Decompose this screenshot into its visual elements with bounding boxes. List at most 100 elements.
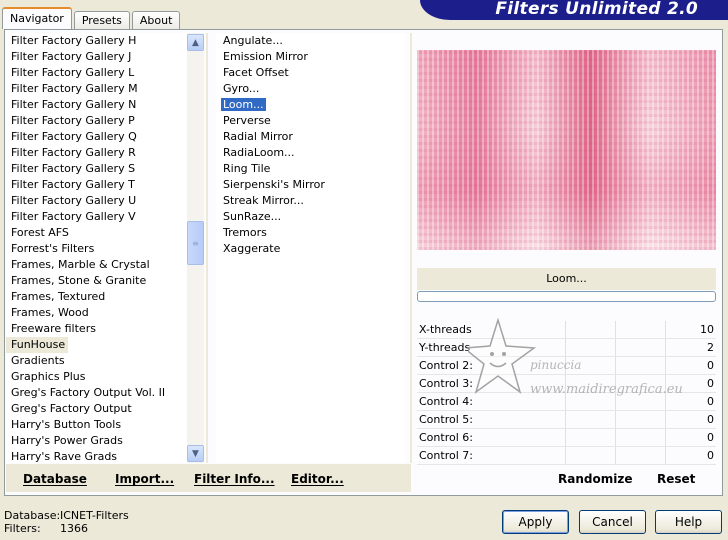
filter-item-label: Streak Mirror... — [223, 194, 304, 207]
category-item[interactable]: Filter Factory Gallery V — [6, 209, 204, 225]
filter-item-label: Gyro... — [223, 82, 260, 95]
progress-bar — [417, 291, 716, 302]
category-item-label: Freeware filters — [11, 322, 96, 335]
filters-count: 1366 — [60, 522, 88, 535]
category-item[interactable]: FunHouse — [6, 337, 204, 353]
category-item[interactable]: Filter Factory Gallery Q — [6, 129, 204, 145]
filter-item[interactable]: Facet Offset — [216, 65, 406, 81]
scroll-thumb[interactable]: ≡ — [187, 221, 204, 265]
category-item[interactable]: Filter Factory Gallery N — [6, 97, 204, 113]
category-item[interactable]: Frames, Marble & Crystal — [6, 257, 204, 273]
param-row[interactable]: Control 3: 0 — [417, 375, 716, 393]
category-item[interactable]: Filter Factory Gallery H — [6, 33, 204, 49]
scroll-down-icon[interactable]: ▼ — [187, 445, 204, 462]
category-item-label: Filter Factory Gallery N — [11, 98, 137, 111]
tab-presets[interactable]: Presets — [73, 11, 130, 29]
param-label: Control 3: — [419, 377, 473, 390]
category-item-label: Filter Factory Gallery V — [11, 210, 136, 223]
category-item[interactable]: Forest AFS — [6, 225, 204, 241]
filter-item[interactable]: Tremors — [216, 225, 406, 241]
category-item[interactable]: Frames, Textured — [6, 289, 204, 305]
category-item-label: Harry's Button Tools — [11, 418, 122, 431]
category-item-label: Graphics Plus — [11, 370, 86, 383]
database-value: ICNET-Filters — [60, 509, 129, 522]
category-item[interactable]: Frames, Stone & Granite — [6, 273, 204, 289]
param-row[interactable]: X-threads 10 — [417, 321, 716, 339]
category-item-label: Filter Factory Gallery R — [11, 146, 136, 159]
filter-item[interactable]: Ring Tile — [216, 161, 406, 177]
category-item[interactable]: Filter Factory Gallery J — [6, 49, 204, 65]
category-item-label: Filter Factory Gallery Q — [11, 130, 137, 143]
category-item[interactable]: Gradients — [6, 353, 204, 369]
filter-item[interactable]: Perverse — [216, 113, 406, 129]
reset-button[interactable]: Reset — [657, 472, 695, 486]
category-item[interactable]: Harry's Power Grads — [6, 433, 204, 449]
category-item-label: Filter Factory Gallery S — [11, 162, 136, 175]
category-item[interactable]: Graphics Plus — [6, 369, 204, 385]
apply-button[interactable]: Apply — [502, 510, 569, 534]
category-item-label: Filter Factory Gallery T — [11, 178, 135, 191]
filter-item[interactable]: Xaggerate — [216, 241, 406, 257]
filter-item[interactable]: Emission Mirror — [216, 49, 406, 65]
param-row[interactable]: Control 7: 0 — [417, 447, 716, 465]
filter-item[interactable]: Angulate... — [216, 33, 406, 49]
cancel-button[interactable]: Cancel — [579, 510, 646, 534]
filter-item[interactable]: RadiaLoom... — [216, 145, 406, 161]
filter-list[interactable]: Angulate... Emission Mirror Facet Offset Gy… — [216, 33, 406, 463]
category-item[interactable]: Harry's Rave Grads — [6, 449, 204, 463]
category-list[interactable]: Filter Factory Gallery H Filter Factory G… — [6, 33, 204, 463]
category-item[interactable]: Freeware filters — [6, 321, 204, 337]
filter-item[interactable]: Streak Mirror... — [216, 193, 406, 209]
param-row[interactable]: Control 5: 0 — [417, 411, 716, 429]
param-label: X-threads — [419, 323, 472, 336]
category-item-label: Filter Factory Gallery P — [11, 114, 135, 127]
title-banner: Filters Unlimited 2.0 — [420, 0, 728, 20]
filter-item[interactable]: Sierpenski's Mirror — [216, 177, 406, 193]
preview-filter-name: Loom... — [417, 268, 716, 290]
category-item[interactable]: Harry's Button Tools — [6, 417, 204, 433]
tab-about[interactable]: About — [131, 11, 181, 29]
category-item-label: Filter Factory Gallery J — [11, 50, 132, 63]
category-item[interactable]: Filter Factory Gallery U — [6, 193, 204, 209]
category-item-label: Filter Factory Gallery H — [11, 34, 137, 47]
database-button[interactable]: Database — [23, 472, 87, 486]
category-item-label: Frames, Marble & Crystal — [11, 258, 150, 271]
category-scrollbar[interactable]: ▲ ≡ ▼ — [187, 33, 204, 463]
filter-info-button[interactable]: Filter Info... — [194, 472, 275, 486]
filter-item-label: RadiaLoom... — [223, 146, 295, 159]
window-title: Filters Unlimited 2.0 — [495, 0, 698, 19]
category-item[interactable]: Greg's Factory Output Vol. II — [6, 385, 204, 401]
import-button[interactable]: Import... — [115, 472, 174, 486]
category-item-label: Filter Factory Gallery M — [11, 82, 138, 95]
param-row[interactable]: Control 6: 0 — [417, 429, 716, 447]
category-item-label: Greg's Factory Output Vol. II — [11, 386, 166, 399]
filter-item-label: Perverse — [223, 114, 271, 127]
category-item[interactable]: Filter Factory Gallery M — [6, 81, 204, 97]
category-item[interactable]: Forrest's Filters — [6, 241, 204, 257]
filter-item[interactable]: SunRaze... — [216, 209, 406, 225]
filter-item[interactable]: Gyro... — [216, 81, 406, 97]
category-item[interactable]: Filter Factory Gallery R — [6, 145, 204, 161]
param-row[interactable]: Control 2: 0 — [417, 357, 716, 375]
category-item[interactable]: Filter Factory Gallery P — [6, 113, 204, 129]
category-item[interactable]: Filter Factory Gallery L — [6, 65, 204, 81]
category-item[interactable]: Greg's Factory Output — [6, 401, 204, 417]
category-item[interactable]: Filter Factory Gallery S — [6, 161, 204, 177]
randomize-button[interactable]: Randomize — [558, 472, 632, 486]
filter-item[interactable]: Loom... — [216, 97, 406, 113]
param-value: 0 — [707, 449, 714, 462]
filter-preview-image[interactable] — [417, 50, 716, 250]
editor-button[interactable]: Editor... — [291, 472, 344, 486]
navigator-actions: Database Import... Filter Info... Editor… — [6, 464, 411, 492]
tab-navigator[interactable]: Navigator — [2, 7, 72, 29]
scroll-up-icon[interactable]: ▲ — [187, 34, 204, 51]
category-item[interactable]: Frames, Wood — [6, 305, 204, 321]
param-row[interactable]: Control 4: 0 — [417, 393, 716, 411]
category-item-label: Gradients — [11, 354, 65, 367]
filter-item[interactable]: Radial Mirror — [216, 129, 406, 145]
category-item[interactable]: Filter Factory Gallery T — [6, 177, 204, 193]
filter-item-label: Facet Offset — [223, 66, 289, 79]
help-button[interactable]: Help — [655, 510, 722, 534]
param-row[interactable]: Y-threads 2 — [417, 339, 716, 357]
panel-divider — [410, 33, 412, 463]
